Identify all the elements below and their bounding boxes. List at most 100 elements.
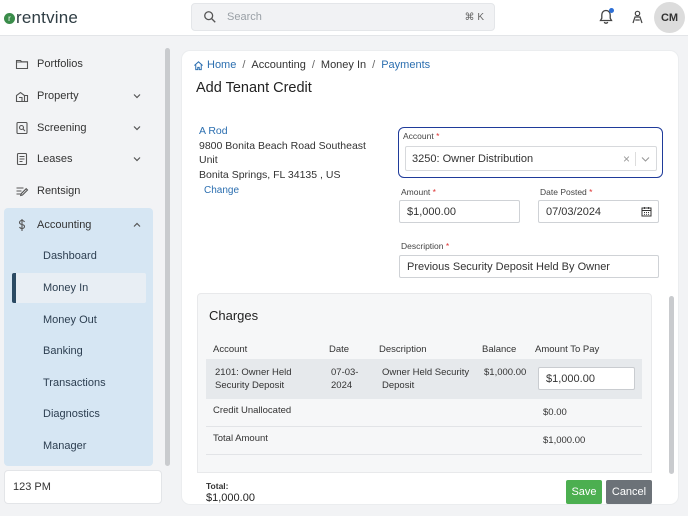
sidebar-subitem-transactions[interactable]: Transactions xyxy=(4,368,153,398)
top-bar: r rentvine Search ⌘ K CM xyxy=(0,0,688,36)
chevron-down-icon[interactable] xyxy=(641,155,650,163)
sidebar-item-label: Screening xyxy=(37,122,87,134)
sidebar-item-label: Rentsign xyxy=(37,185,81,197)
charges-title: Charges xyxy=(209,308,259,323)
breadcrumb-accounting[interactable]: Accounting xyxy=(251,59,305,71)
breadcrumb-home-label: Home xyxy=(207,59,237,71)
credit-unallocated-value: $0.00 xyxy=(543,407,567,418)
search-shortcut: ⌘ K xyxy=(464,11,484,23)
account-selected-value: 3250: Owner Distribution xyxy=(412,152,534,165)
total-amount-label: Total Amount xyxy=(213,433,268,444)
row-account: 2101: Owner Held Security Deposit xyxy=(215,367,292,391)
sidebar-item-screening[interactable]: Screening xyxy=(4,113,153,143)
amount-to-pay-input[interactable]: $1,000.00 xyxy=(538,367,635,390)
sidebar: Portfolios Property Screening Leases Ren… xyxy=(0,36,176,516)
sidebar-item-accounting[interactable]: Accounting xyxy=(4,210,153,240)
breadcrumb: Home / Accounting / Money In / Payments xyxy=(193,59,430,71)
dollar-icon xyxy=(18,219,26,231)
chevron-down-icon xyxy=(133,157,141,162)
date-posted-label: Date Posted * xyxy=(540,187,593,197)
sidebar-item-label: Property xyxy=(37,90,79,102)
brand-logo[interactable]: r rentvine xyxy=(4,8,78,28)
sidebar-item-leases[interactable]: Leases xyxy=(4,144,153,174)
sidebar-subitem-dashboard[interactable]: Dashboard xyxy=(4,241,153,271)
breadcrumb-home[interactable]: Home xyxy=(193,59,236,71)
chevron-down-icon xyxy=(133,94,141,99)
sidebar-item-property[interactable]: Property xyxy=(4,81,153,111)
tenant-address-line2: Unit xyxy=(199,154,218,166)
account-label: Account * xyxy=(403,131,440,141)
notification-dot xyxy=(609,8,614,13)
account-select[interactable]: 3250: Owner Distribution × xyxy=(405,146,657,171)
date-posted-value: 07/03/2024 xyxy=(546,205,602,218)
column-header-account: Account xyxy=(213,344,248,355)
column-header-amount-to-pay: Amount To Pay xyxy=(535,344,600,355)
column-header-date: Date xyxy=(329,344,350,355)
column-header-balance: Balance xyxy=(482,344,517,355)
total-amount-value: $1,000.00 xyxy=(543,435,586,446)
breadcrumb-separator: / xyxy=(242,59,246,71)
tenant-address-line3: Bonita Springs, FL 34135 , US xyxy=(199,168,341,181)
document-icon xyxy=(16,152,28,166)
sidebar-subitem-banking[interactable]: Banking xyxy=(4,336,153,366)
signature-icon xyxy=(16,187,29,197)
sidebar-subitem-diagnostics[interactable]: Diagnostics xyxy=(4,399,153,429)
sidebar-item-rentsign[interactable]: Rentsign xyxy=(4,176,153,206)
select-divider xyxy=(635,152,636,166)
main-panel: Home / Accounting / Money In / Payments … xyxy=(182,51,678,504)
notifications-button[interactable] xyxy=(599,8,614,25)
account-field-group: Account * 3250: Owner Distribution × xyxy=(398,127,663,178)
sidebar-item-label: Accounting xyxy=(37,219,92,231)
row-divider xyxy=(206,426,642,427)
footer-total-value: $1,000.00 xyxy=(206,492,255,504)
sidebar-subitem-money-out[interactable]: Money Out xyxy=(4,305,153,335)
row-date: 07-03- 2024 xyxy=(331,367,359,391)
chevron-down-icon xyxy=(133,126,141,131)
breadcrumb-money-in[interactable]: Money In xyxy=(321,59,366,71)
home-icon xyxy=(194,60,203,70)
clock-widget: 123 PM xyxy=(4,470,162,504)
main-scrollbar[interactable] xyxy=(669,296,674,474)
chevron-up-icon xyxy=(133,222,141,227)
footer-total-label: Total: xyxy=(206,481,229,491)
amount-input[interactable]: $1,000.00 xyxy=(399,200,520,223)
clear-icon[interactable]: × xyxy=(623,152,630,166)
search-icon xyxy=(204,11,216,23)
brand-name: rentvine xyxy=(16,8,79,27)
calendar-icon[interactable] xyxy=(641,206,652,217)
sidebar-item-portfolios[interactable]: Portfolios xyxy=(4,49,153,79)
avatar[interactable]: CM xyxy=(654,2,685,33)
tenant-name-link[interactable]: A Rod xyxy=(199,124,379,139)
sidebar-item-label: Leases xyxy=(37,153,73,165)
charges-section: Charges Account Date Description Balance… xyxy=(197,293,652,473)
row-divider xyxy=(206,454,642,455)
breadcrumb-payments[interactable]: Payments xyxy=(381,59,430,71)
search-bar[interactable]: Search ⌘ K xyxy=(191,3,495,31)
folder-icon xyxy=(15,59,29,70)
row-description: Owner Held Security Deposit xyxy=(382,367,470,391)
sidebar-subitem-money-in[interactable]: Money In xyxy=(12,273,146,303)
person-icon xyxy=(632,10,643,24)
tenant-address-line1: 9800 Bonita Beach Road Southeast xyxy=(199,139,366,152)
page-title: Add Tenant Credit xyxy=(196,80,312,96)
breadcrumb-separator: / xyxy=(372,59,376,71)
column-header-description: Description xyxy=(379,344,427,355)
building-icon xyxy=(15,91,29,103)
brand-mark: r xyxy=(4,13,15,24)
date-posted-input[interactable]: 07/03/2024 xyxy=(538,200,659,223)
user-icon-button[interactable] xyxy=(631,10,644,24)
breadcrumb-separator: / xyxy=(311,59,315,71)
change-tenant-link[interactable]: Change xyxy=(204,184,379,199)
screening-icon xyxy=(16,121,28,135)
save-button[interactable]: Save xyxy=(566,480,602,504)
cancel-button[interactable]: Cancel xyxy=(606,480,652,504)
amount-label: Amount * xyxy=(401,187,436,197)
sidebar-scrollbar[interactable] xyxy=(165,48,170,466)
credit-unallocated-label: Credit Unallocated xyxy=(213,405,292,416)
description-input[interactable]: Previous Security Deposit Held By Owner xyxy=(399,255,659,278)
row-balance: $1,000.00 xyxy=(484,367,527,378)
sidebar-subitem-manager[interactable]: Manager xyxy=(4,431,153,461)
description-label: Description * xyxy=(401,241,450,251)
search-placeholder: Search xyxy=(227,11,262,23)
tenant-info: A Rod 9800 Bonita Beach Road Southeast U… xyxy=(199,124,379,199)
